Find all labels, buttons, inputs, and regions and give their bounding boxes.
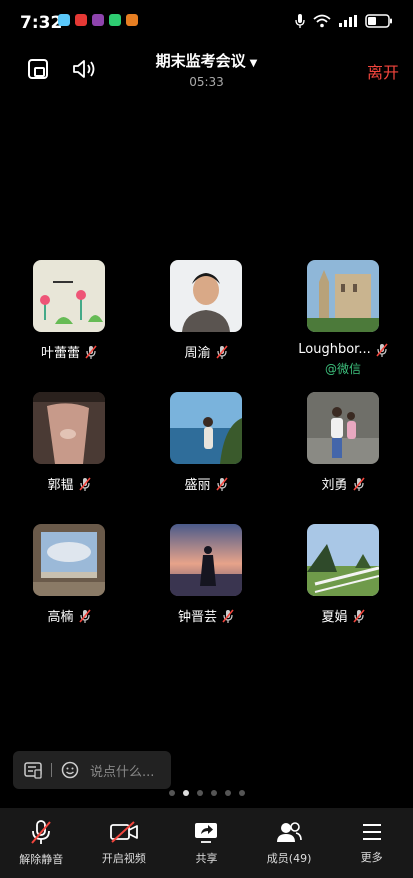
battery-icon (365, 14, 392, 28)
notification-icons (58, 14, 138, 26)
participant-name: 郭韫 (47, 478, 74, 493)
mic-muted-icon (352, 608, 365, 623)
avatar (33, 524, 105, 596)
mic-muted-icon (222, 608, 234, 623)
participant-tile[interactable]: 钟晋芸 (141, 524, 271, 625)
mic-muted-icon (215, 344, 228, 359)
share-button[interactable]: 共享 (165, 808, 248, 878)
participant-tile[interactable]: 高楠 (4, 524, 134, 625)
avatar (170, 524, 242, 596)
meeting-title: 期末监考会议 (155, 52, 246, 70)
avatar (33, 260, 105, 332)
participant-tile[interactable]: 叶蕾蕾 (4, 260, 134, 361)
mic-muted-icon (85, 344, 97, 359)
chat-input-bar[interactable]: 说点什么... (13, 751, 171, 789)
participant-name: 高楠 (47, 610, 74, 625)
chat-list-icon (24, 762, 42, 779)
video-off-icon (109, 821, 138, 843)
page-dot[interactable] (210, 790, 217, 796)
app-notification-icon (126, 14, 138, 26)
mic-muted-icon (215, 476, 228, 491)
chat-placeholder: 说点什么... (90, 764, 155, 780)
participant-tile[interactable]: 周渝 (141, 260, 271, 361)
page-indicator (0, 790, 413, 796)
share-label: 共享 (195, 852, 218, 865)
app-notification-icon (75, 14, 87, 26)
wechat-notification-icon (109, 14, 121, 26)
chat-list-button[interactable] (21, 758, 45, 782)
wifi-icon (313, 14, 331, 28)
meeting-header: 期末监考会议 ▼ 05:33 离开 (0, 45, 413, 90)
page-dot[interactable] (182, 790, 189, 796)
avatar (170, 392, 242, 464)
page-dot[interactable] (168, 790, 175, 796)
mic-muted-icon (78, 608, 91, 623)
more-button[interactable]: 更多 (330, 808, 413, 878)
members-button[interactable]: 成员(49) (248, 808, 331, 878)
bottom-toolbar: 解除静音 开启视频 共享 成员(49) 更多 (0, 808, 413, 878)
avatar (307, 392, 379, 464)
participant-name: 钟晋芸 (177, 610, 217, 625)
menu-icon (362, 824, 381, 840)
wechat-source-label: @微信 (324, 362, 361, 376)
status-time: 7:32 (20, 13, 63, 33)
avatar (307, 260, 379, 332)
emoji-button[interactable] (58, 758, 82, 782)
participant-tile[interactable]: 盛丽 (141, 392, 271, 493)
microphone-indicator-icon (295, 14, 305, 28)
mic-muted-icon (376, 342, 388, 357)
caret-down-icon: ▼ (249, 58, 258, 69)
members-icon (277, 822, 302, 842)
members-label: 成员(49) (266, 852, 312, 865)
participant-tile[interactable]: Loughbor... @微信 (278, 260, 408, 377)
participant-tile[interactable]: 刘勇 (278, 392, 408, 493)
page-dot[interactable] (196, 790, 203, 796)
avatar (307, 524, 379, 596)
mic-muted-icon (78, 476, 91, 491)
unmute-button[interactable]: 解除静音 (0, 808, 83, 878)
participant-name: 周渝 (184, 346, 211, 361)
app-notification-icon (58, 14, 70, 26)
participant-name: 刘勇 (321, 478, 348, 493)
avatar (33, 392, 105, 464)
page-dot[interactable] (238, 790, 245, 796)
signal-icon (339, 15, 357, 27)
status-indicators (295, 14, 393, 28)
page-dot[interactable] (224, 790, 231, 796)
emoji-icon (61, 761, 79, 779)
participant-name: 盛丽 (184, 478, 211, 493)
share-screen-icon (195, 823, 218, 843)
app-notification-icon (92, 14, 104, 26)
mic-muted-icon (352, 476, 365, 491)
unmute-label: 解除静音 (19, 853, 64, 866)
divider (51, 763, 52, 777)
avatar (170, 260, 242, 332)
leave-button[interactable]: 离开 (367, 59, 399, 83)
participant-name: 叶蕾蕾 (40, 346, 80, 361)
more-label: 更多 (360, 851, 383, 864)
start-video-label: 开启视频 (101, 852, 146, 865)
status-bar: 7:32 (0, 0, 413, 40)
participant-tile[interactable]: 郭韫 (4, 392, 134, 493)
mic-off-icon (31, 820, 52, 844)
meeting-title-button[interactable]: 期末监考会议 ▼ 05:33 (0, 50, 413, 89)
meeting-duration: 05:33 (189, 75, 224, 89)
participant-name: 夏娟 (321, 610, 348, 625)
participant-tile[interactable]: 夏娟 (278, 524, 408, 625)
participant-name: Loughbor... (298, 342, 371, 357)
start-video-button[interactable]: 开启视频 (83, 808, 166, 878)
